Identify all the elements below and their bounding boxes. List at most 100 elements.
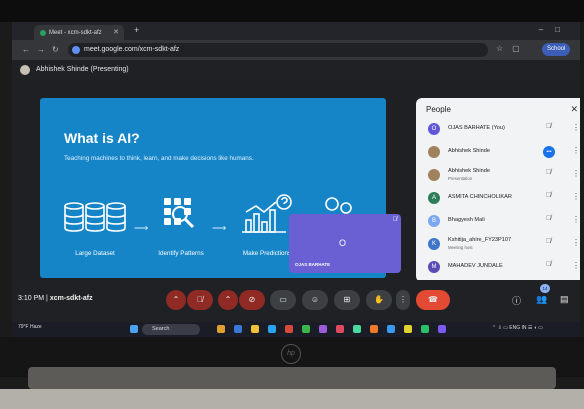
more-options-icon[interactable]: ⋮ — [572, 169, 580, 178]
chat-icon[interactable]: ▤ — [560, 294, 569, 305]
mic-off-icon: 🎙̸ — [546, 261, 552, 268]
participant-role: Presentation — [448, 176, 473, 181]
close-tab-icon[interactable]: ✕ — [113, 28, 119, 36]
captions-button[interactable]: ▭ — [270, 290, 296, 310]
info-icon[interactable]: ⓘ — [512, 294, 521, 307]
url-text: meet.google.com/xcm-sdkt-afz — [84, 46, 180, 53]
url-field[interactable]: meet.google.com/xcm-sdkt-afz — [68, 43, 488, 57]
stage-label: Identify Patterns — [158, 250, 204, 257]
profile-button[interactable]: School — [542, 43, 571, 56]
participant-avatar: M — [428, 261, 440, 273]
participant-count-badge: 14 — [540, 284, 550, 293]
windows-start-icon[interactable] — [130, 325, 138, 333]
participant-role: Meeting host — [448, 245, 473, 250]
weather-widget[interactable]: 79°F Haze — [18, 324, 42, 330]
taskbar-app-icon[interactable] — [404, 325, 412, 333]
taskbar-app-icon[interactable] — [387, 325, 395, 333]
slide-subtitle: Teaching machines to think, learn, and m… — [64, 155, 254, 162]
participant-row[interactable]: A ASMITA CHINCHOLIKAR 🎙̸ ⋮ — [416, 187, 580, 209]
taskbar-app-icon[interactable] — [336, 325, 344, 333]
participant-row[interactable]: K Kshitija_ahire_FY23P107 Meeting host 🎙̸ ⋮ — [416, 233, 580, 255]
emoji-button[interactable]: ☺ — [302, 290, 328, 310]
presenting-label: Abhishek Shinde (Presenting) — [36, 66, 129, 73]
self-video-tile[interactable]: 🎙̸ O OJAS BARHATE — [289, 214, 401, 273]
new-tab-icon[interactable]: + — [134, 25, 139, 35]
tab-title: Meet - xcm-sdkt-afz — [49, 29, 102, 36]
more-options-icon[interactable]: ⋮ — [572, 261, 580, 270]
participant-avatar — [428, 146, 440, 158]
mic-off-icon: 🎙̸ — [546, 238, 552, 245]
meeting-clock: 3:10 PM | xcm-sdkt-afz — [18, 295, 93, 302]
mic-off-icon: 🎙̸ — [546, 169, 552, 176]
present-button[interactable]: ⊞ — [334, 290, 360, 310]
mic-off-icon: 🎙̸ — [392, 217, 398, 223]
stage-label: Large Dataset — [75, 250, 115, 257]
participant-row[interactable]: M MAHADEV JUNDALE 🎙̸ ⋮ — [416, 256, 580, 278]
participant-name: Kshitija_ahire_FY23P107 — [448, 237, 512, 243]
laptop-deck — [0, 389, 584, 409]
participant-name: OJAS BARHATE (You) — [448, 125, 505, 131]
mic-off-icon: 🎙̸ — [546, 123, 552, 130]
nav-buttons[interactable]: ←→↻ — [22, 45, 66, 54]
hp-logo: hp — [281, 344, 301, 364]
taskbar-app-icon[interactable] — [217, 325, 225, 333]
taskbar-app-icon[interactable] — [370, 325, 378, 333]
participant-avatar — [428, 169, 440, 181]
participant-name: ASMITA CHINCHOLIKAR — [448, 194, 512, 200]
taskbar-app-icon[interactable] — [421, 325, 429, 333]
screen: Meet - xcm-sdkt-afz ✕ + –□ ←→↻ meet.goog… — [12, 22, 580, 322]
self-tile-initial: O — [339, 238, 347, 248]
laptop-bezel-top — [0, 0, 584, 22]
system-tray[interactable]: ⌃ ⇩ ▭ ENG IN ☰ ◖ ▭ — [492, 325, 543, 331]
taskbar-app-icon[interactable] — [285, 325, 293, 333]
more-options-icon[interactable]: ⋮ — [572, 192, 580, 201]
windows-taskbar: 79°F Haze Search ⌃ ⇩ ▭ ENG IN ☰ ◖ ▭ — [12, 322, 580, 337]
laptop-hinge — [28, 367, 556, 389]
more-options-icon[interactable]: ⋮ — [572, 123, 580, 132]
participant-row[interactable]: Abhishek Shinde Presentation 🎙̸ ⋮ — [416, 164, 580, 186]
more-options-icon[interactable]: ⋮ — [572, 215, 580, 224]
mic-options-chevron-icon[interactable]: ⌃ — [166, 290, 186, 310]
taskbar-app-icon[interactable] — [302, 325, 310, 333]
bookmark-star-icon[interactable]: ☆▢ — [496, 44, 529, 53]
raise-hand-button[interactable]: ✋ — [366, 290, 392, 310]
meeting-control-bar: 3:10 PM | xcm-sdkt-afz ⌃ 🎙̸ ⌃ ⊘ ▭ ☺ ⊞ ✋ … — [12, 280, 580, 322]
speaking-indicator-icon: ••• — [543, 146, 555, 158]
participant-row[interactable]: Abhishek Shinde ••• ⋮ — [416, 141, 580, 163]
camera-off-button[interactable]: ⊘ — [239, 290, 265, 310]
taskbar-app-icon[interactable] — [353, 325, 361, 333]
site-info-icon[interactable] — [72, 46, 80, 54]
participant-avatar: A — [428, 192, 440, 204]
mic-off-button[interactable]: 🎙̸ — [187, 290, 213, 310]
mic-off-icon: 🎙̸ — [546, 192, 552, 199]
leave-call-button[interactable]: ☎ — [416, 290, 450, 310]
participant-name: MAHADEV JUNDALE — [448, 263, 503, 269]
more-options-icon[interactable]: ⋮ — [396, 290, 410, 310]
participant-name: Abhishek Shinde — [448, 148, 490, 154]
browser-tab-bar: Meet - xcm-sdkt-afz ✕ + –□ — [12, 22, 580, 40]
window-controls[interactable]: –□ — [539, 25, 572, 34]
participant-avatar: K — [428, 238, 440, 250]
taskbar-app-icon[interactable] — [251, 325, 259, 333]
participant-avatar: B — [428, 215, 440, 227]
taskbar-app-icon[interactable] — [438, 325, 446, 333]
pattern-magnifier-icon — [164, 198, 195, 229]
participant-row[interactable]: O OJAS BARHATE (You) 🎙̸ ⋮ — [416, 118, 580, 140]
address-bar-row: ←→↻ meet.google.com/xcm-sdkt-afz ☆▢ Scho… — [12, 40, 580, 60]
people-panel: People ✕ O OJAS BARHATE (You) 🎙̸ ⋮ Abhishek … — [416, 98, 580, 282]
close-icon[interactable]: ✕ — [570, 104, 578, 115]
meet-favicon-icon — [40, 29, 46, 36]
taskbar-search[interactable]: Search — [142, 324, 200, 335]
more-options-icon[interactable]: ⋮ — [572, 238, 580, 247]
taskbar-app-icon[interactable] — [234, 325, 242, 333]
self-tile-name: OJAS BARHATE — [295, 262, 331, 267]
arrow-icon: ⟶ — [134, 223, 149, 234]
mic-off-icon: 🎙̸ — [546, 215, 552, 222]
browser-tab[interactable]: Meet - xcm-sdkt-afz ✕ — [34, 25, 124, 40]
participant-row[interactable]: B Bhagyesh Mali 🎙̸ ⋮ — [416, 210, 580, 232]
more-options-icon[interactable]: ⋮ — [572, 146, 580, 155]
taskbar-app-icon[interactable] — [268, 325, 276, 333]
camera-options-chevron-icon[interactable]: ⌃ — [218, 290, 238, 310]
taskbar-app-icon[interactable] — [319, 325, 327, 333]
people-icon[interactable]: 👥 — [536, 294, 547, 305]
